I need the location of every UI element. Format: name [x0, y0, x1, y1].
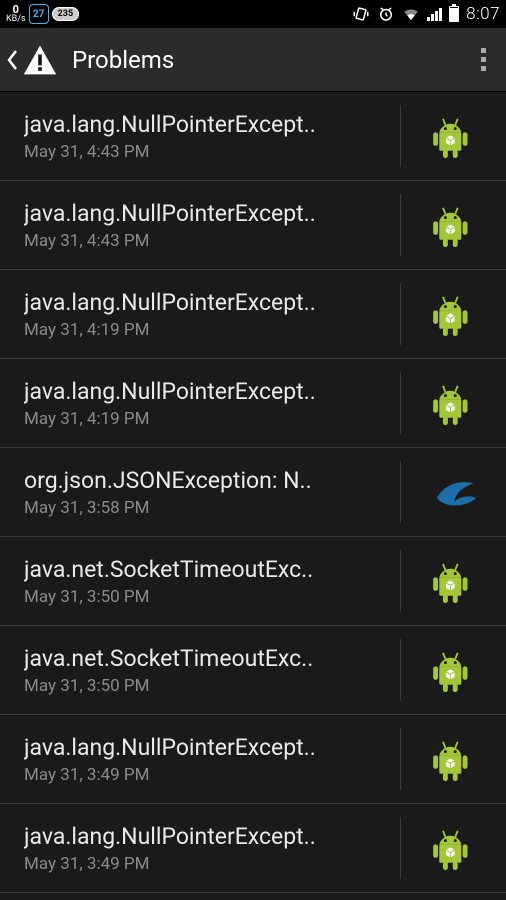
list-item[interactable]: java.net.SocketTimeoutExc.. May 31, 3:50 …: [0, 626, 506, 715]
error-timestamp: May 31, 4:19 PM: [24, 320, 394, 340]
wifi-icon: [402, 5, 420, 23]
list-item[interactable]: org.json.JSONException: N.. May 31, 3:58 …: [0, 448, 506, 537]
error-title: org.json.JSONException: N..: [24, 467, 394, 494]
error-title: java.lang.NullPointerExcept..: [24, 111, 394, 138]
android-icon: [427, 198, 481, 252]
error-title: java.lang.NullPointerExcept..: [24, 378, 394, 405]
error-title: java.lang.NullPointerExcept..: [24, 200, 394, 227]
app-icon-wrap[interactable]: [400, 194, 506, 256]
alarm-icon: [377, 5, 395, 23]
error-timestamp: May 31, 3:50 PM: [24, 676, 394, 696]
app-icon-wrap[interactable]: [400, 283, 506, 345]
app-icon-wrap[interactable]: [400, 372, 506, 434]
network-speed-indicator: 0 KB/s: [6, 4, 26, 24]
error-timestamp: May 31, 3:49 PM: [24, 854, 394, 874]
android-icon: [427, 109, 481, 163]
warning-icon[interactable]: [22, 42, 58, 78]
app-icon-wrap[interactable]: [400, 105, 506, 167]
error-title: java.lang.NullPointerExcept..: [24, 734, 394, 761]
list-item[interactable]: java.lang.NullPointerExcept.. May 31, 4:1…: [0, 270, 506, 359]
android-icon: [427, 732, 481, 786]
android-icon: [427, 821, 481, 875]
problems-list: java.lang.NullPointerExcept.. May 31, 4:4…: [0, 92, 506, 893]
app-icon: [427, 465, 481, 519]
battery-icon: [449, 6, 459, 22]
error-timestamp: May 31, 4:43 PM: [24, 231, 394, 251]
error-timestamp: May 31, 3:50 PM: [24, 587, 394, 607]
app-icon-wrap[interactable]: [400, 728, 506, 790]
list-item[interactable]: java.lang.NullPointerExcept.. May 31, 4:4…: [0, 92, 506, 181]
status-badge-2: 235: [52, 7, 80, 21]
list-item[interactable]: java.lang.NullPointerExcept.. May 31, 3:4…: [0, 715, 506, 804]
app-icon-wrap[interactable]: [400, 639, 506, 701]
back-button[interactable]: [4, 45, 20, 75]
app-icon-wrap[interactable]: [400, 817, 506, 879]
overflow-menu-button[interactable]: [468, 40, 498, 79]
android-icon: [427, 554, 481, 608]
error-timestamp: May 31, 3:58 PM: [24, 498, 394, 518]
error-timestamp: May 31, 4:19 PM: [24, 409, 394, 429]
error-timestamp: May 31, 3:49 PM: [24, 765, 394, 785]
list-item[interactable]: java.lang.NullPointerExcept.. May 31, 3:4…: [0, 804, 506, 893]
status-bar: 0 KB/s 27 235 8:07: [0, 0, 506, 28]
error-title: java.lang.NullPointerExcept..: [24, 289, 394, 316]
vibrate-icon: [352, 5, 370, 23]
android-icon: [427, 376, 481, 430]
error-timestamp: May 31, 4:43 PM: [24, 142, 394, 162]
error-title: java.lang.NullPointerExcept..: [24, 823, 394, 850]
android-icon: [427, 643, 481, 697]
list-item[interactable]: java.net.SocketTimeoutExc.. May 31, 3:50 …: [0, 537, 506, 626]
status-badge-1: 27: [29, 4, 49, 24]
page-title: Problems: [72, 46, 174, 74]
clock: 8:07: [466, 4, 500, 24]
app-icon-wrap[interactable]: [400, 461, 506, 523]
list-item[interactable]: java.lang.NullPointerExcept.. May 31, 4:4…: [0, 181, 506, 270]
error-title: java.net.SocketTimeoutExc..: [24, 645, 394, 672]
app-icon-wrap[interactable]: [400, 550, 506, 612]
action-bar: Problems: [0, 28, 506, 92]
signal-icon: [427, 7, 442, 21]
list-item[interactable]: java.lang.NullPointerExcept.. May 31, 4:1…: [0, 359, 506, 448]
error-title: java.net.SocketTimeoutExc..: [24, 556, 394, 583]
android-icon: [427, 287, 481, 341]
